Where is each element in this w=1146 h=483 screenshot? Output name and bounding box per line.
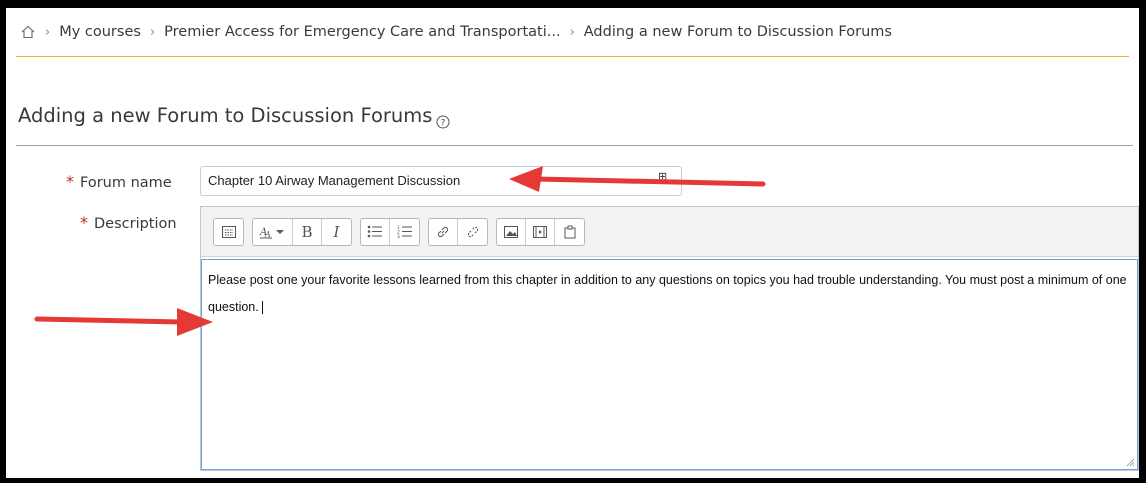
toolbar-group-links (428, 217, 488, 246)
toolbar-group-style: AA B I (252, 217, 352, 246)
breadcrumb-divider (16, 56, 1129, 57)
description-label: * Description (80, 213, 177, 232)
forum-name-label-text: Forum name (80, 175, 172, 191)
chevron-right-icon: › (149, 24, 156, 40)
breadcrumb: › My courses › Premier Access for Emerge… (6, 8, 1139, 56)
question-circle-icon[interactable]: ? (436, 115, 450, 129)
svg-text:?: ? (441, 119, 446, 129)
breadcrumb-current-page: Adding a new Forum to Discussion Forums (583, 24, 892, 40)
unlink-icon[interactable] (458, 219, 487, 245)
font-color-icon[interactable]: AA (253, 218, 293, 245)
forum-name-label: * Forum name (66, 172, 172, 191)
link-icon[interactable] (429, 218, 458, 245)
home-icon[interactable] (20, 24, 36, 40)
ordered-list-icon[interactable]: 123 (390, 219, 419, 245)
toolbar-group-lists: 123 (360, 217, 420, 246)
moodle-page: › My courses › Premier Access for Emerge… (6, 8, 1139, 478)
page-title: Adding a new Forum to Discussion Forums … (18, 104, 450, 129)
svg-text:3: 3 (397, 234, 400, 238)
chevron-right-icon: › (45, 24, 51, 40)
resize-handle-icon[interactable] (1126, 458, 1135, 467)
breadcrumb-course[interactable]: Premier Access for Emergency Care and Tr… (164, 24, 560, 40)
media-icon[interactable] (526, 218, 555, 245)
text-cursor (261, 301, 263, 315)
image-icon[interactable] (497, 218, 526, 245)
required-marker: * (80, 213, 88, 232)
manage-files-icon[interactable] (555, 219, 584, 245)
breadcrumb-my-courses[interactable]: My courses (59, 24, 141, 40)
chevron-right-icon: › (569, 24, 575, 40)
page-title-text: Adding a new Forum to Discussion Forums (18, 104, 433, 127)
required-marker: * (66, 172, 74, 191)
description-text: Please post one your favorite lessons le… (208, 273, 1127, 314)
toolbar-group-media (496, 217, 585, 246)
title-divider (16, 145, 1133, 146)
bold-icon[interactable]: B (293, 218, 322, 245)
description-textarea[interactable]: Please post one your favorite lessons le… (201, 259, 1138, 470)
annotation-arrow-icon (509, 166, 766, 192)
description-label-text: Description (94, 216, 177, 232)
description-editor: AA B I 123 Please post one your favorite… (200, 206, 1139, 471)
unordered-list-icon[interactable] (361, 218, 390, 245)
toolbar-toggle-icon[interactable] (214, 219, 243, 245)
annotation-arrow-icon (34, 308, 213, 336)
italic-icon[interactable]: I (322, 219, 351, 245)
editor-toolbar: AA B I 123 (201, 207, 1138, 257)
toolbar-group-toggle (213, 217, 244, 246)
